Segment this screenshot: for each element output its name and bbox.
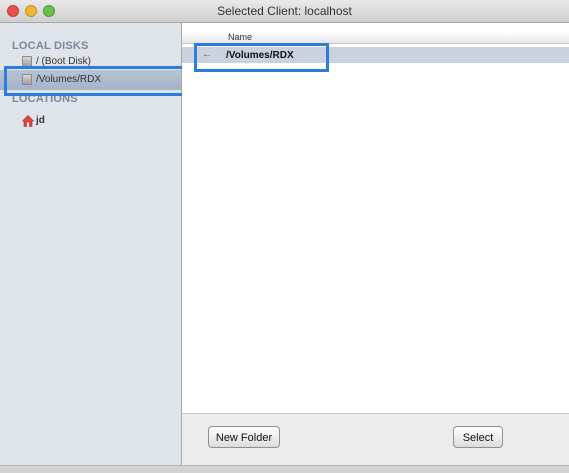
new-folder-button[interactable]: New Folder bbox=[208, 426, 280, 448]
column-header-label: Name bbox=[228, 32, 253, 42]
home-icon bbox=[21, 115, 35, 130]
window-title: Selected Client: localhost bbox=[217, 4, 352, 18]
button-bar: New Folder Select bbox=[182, 413, 569, 466]
local-disks-header: LOCAL DISKS bbox=[12, 40, 89, 52]
sidebar-item-jd[interactable]: jd bbox=[0, 111, 181, 131]
file-list-panel: Name ← /Volumes/RDX bbox=[182, 23, 569, 413]
row-selection-highlight bbox=[194, 43, 329, 72]
sidebar-item-label: jd bbox=[36, 115, 45, 126]
file-browser-window: Selected Client: localhost LOCAL DISKS /… bbox=[0, 0, 569, 473]
title-bar[interactable]: Selected Client: localhost bbox=[0, 0, 569, 23]
select-button[interactable]: Select bbox=[453, 426, 503, 448]
sidebar-selection-highlight bbox=[4, 66, 186, 96]
